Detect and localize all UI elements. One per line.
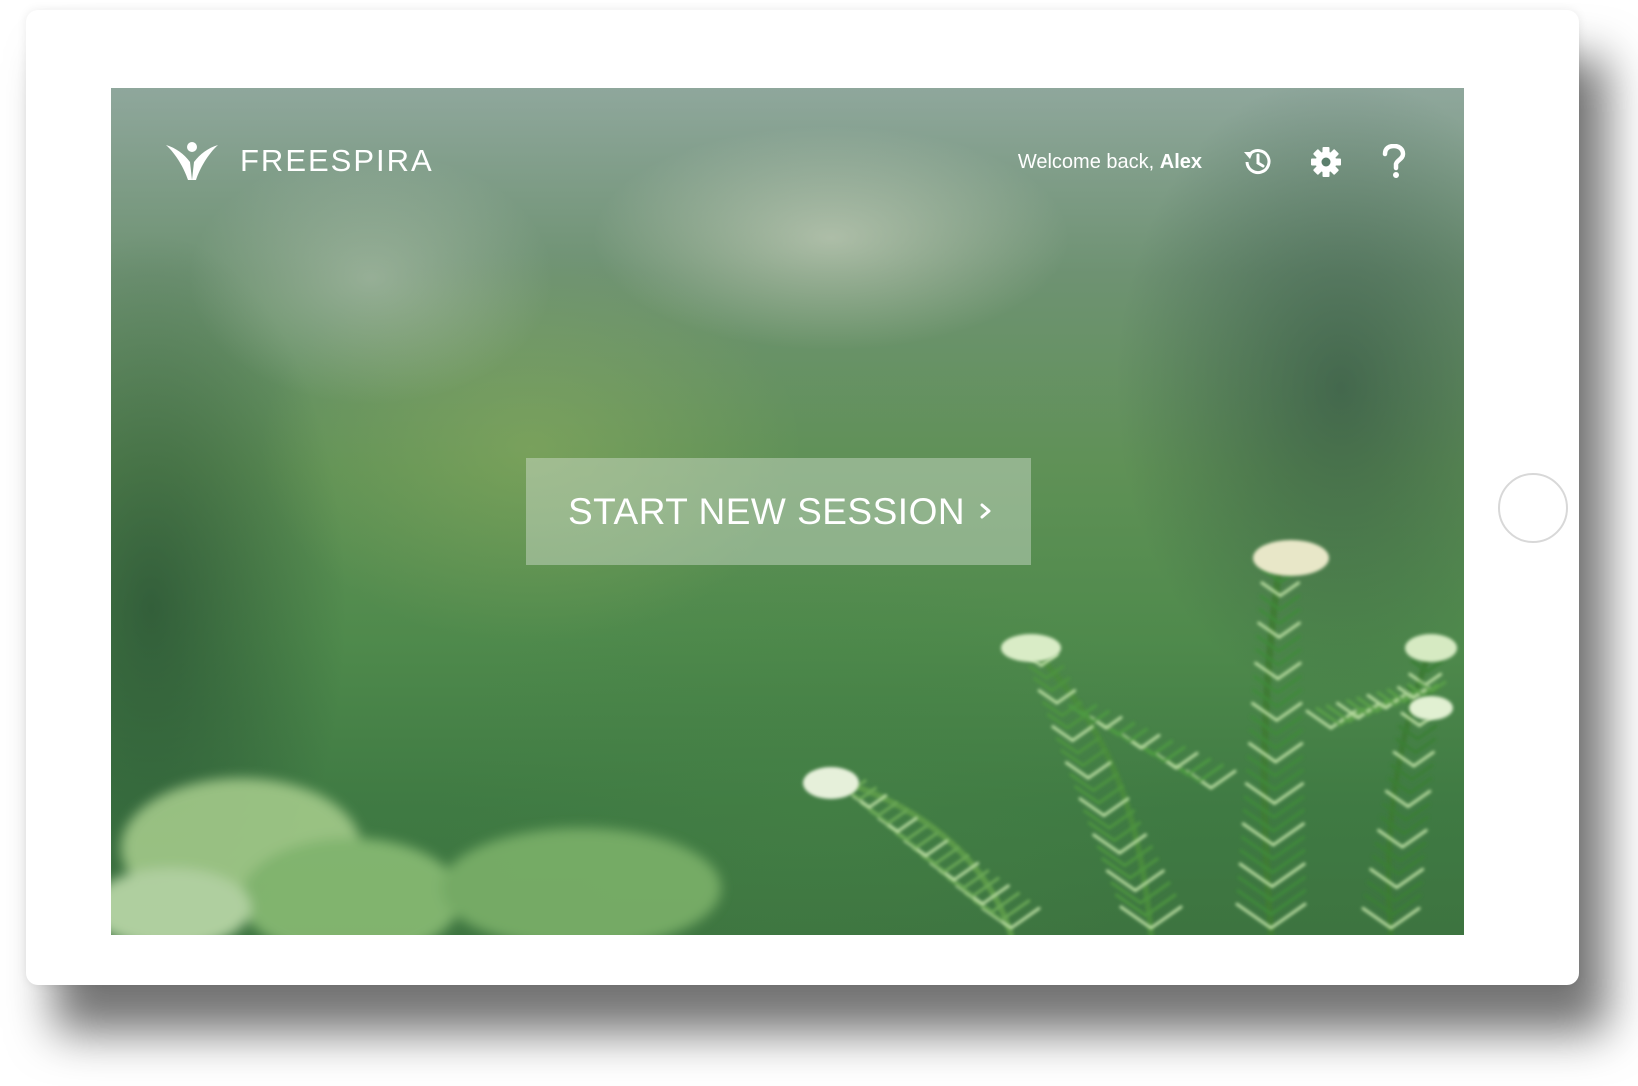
fern-needle (1408, 776, 1433, 795)
tablet-frame: FREESPIRA Welcome back, Alex START NEW S… (26, 10, 1579, 985)
fern-needle (1305, 709, 1333, 730)
fern-needle (1104, 716, 1123, 730)
fern-needle (1086, 761, 1112, 780)
fern-needle (1097, 785, 1124, 805)
fern-needle (886, 809, 908, 825)
header-actions: Welcome back, Alex (1018, 140, 1414, 184)
freespira-logo-icon (166, 142, 218, 180)
fern-needle (1071, 725, 1094, 742)
user-name: Alex (1159, 150, 1202, 173)
fern-needle (915, 831, 939, 849)
start-new-session-label: START NEW SESSION (568, 490, 966, 532)
fern-needle (1277, 621, 1301, 639)
app-screen: FREESPIRA Welcome back, Alex START NEW S… (111, 88, 1464, 935)
fern-needle (1197, 763, 1224, 783)
fern-needle (1278, 594, 1301, 612)
fern-needle (1076, 737, 1100, 755)
fern-needle (1105, 869, 1137, 892)
fern-needle (1277, 608, 1301, 625)
fern-needle (1092, 773, 1118, 792)
fern-needle (1081, 749, 1106, 767)
settings-gear-icon (1311, 147, 1341, 177)
app-logo[interactable]: FREESPIRA (166, 140, 434, 182)
fern-needle (943, 854, 969, 874)
fern-needle (1046, 713, 1069, 730)
fern-needle (1139, 733, 1161, 750)
fern-needle (1423, 672, 1443, 687)
fern-needle (1276, 661, 1302, 681)
fern-needle (1127, 727, 1148, 743)
help-button[interactable] (1374, 142, 1414, 182)
fern-needle (1096, 845, 1127, 867)
help-question-icon (1382, 144, 1406, 178)
fern-needle (1116, 721, 1136, 737)
fern-needle (896, 816, 918, 833)
fern-needle (1101, 857, 1132, 880)
fern-needle (1412, 750, 1435, 768)
fern-needle (952, 861, 980, 882)
fern-needle (1028, 665, 1048, 680)
fern-needle (877, 801, 898, 817)
fern-needle (1162, 745, 1186, 763)
fern-needle (1278, 581, 1301, 598)
fern-needle (1270, 862, 1306, 888)
fern-needle (1369, 867, 1399, 889)
fern-needle (924, 839, 949, 857)
welcome-prefix: Welcome back, (1017, 150, 1160, 173)
fern-needle (1269, 902, 1307, 930)
fern-needle (1414, 737, 1437, 754)
fern-needle (1275, 688, 1303, 708)
fern-needle (1270, 875, 1306, 902)
fern-needle (1102, 797, 1130, 817)
fern-needle (1133, 869, 1165, 892)
settings-button[interactable] (1306, 142, 1346, 182)
fern-needle (1416, 724, 1438, 741)
fern-needle (1092, 833, 1122, 855)
fern-needle (1425, 659, 1444, 673)
fern-needle (1051, 725, 1075, 742)
home-button[interactable] (1498, 473, 1568, 543)
welcome-message: Welcome back, Alex (1018, 151, 1202, 174)
start-new-session-button[interactable]: START NEW SESSION (526, 458, 1031, 565)
history-icon (1244, 149, 1271, 175)
chevron-right-icon (980, 503, 991, 519)
fern-needle (1065, 713, 1088, 730)
fern-needle (1174, 751, 1199, 770)
fern-needle (933, 846, 959, 866)
fern-needle (905, 824, 929, 841)
brand-name: FREESPIRA (240, 143, 434, 178)
fern-needle (1410, 763, 1434, 781)
fern-needle (1186, 757, 1212, 777)
fern-needle (1092, 710, 1110, 723)
fern-needle (1276, 675, 1302, 695)
fern-needle (1276, 648, 1302, 667)
fern-needle (1037, 689, 1059, 705)
fern-needle (1269, 889, 1307, 916)
fern-needle (1042, 701, 1064, 717)
fern-needle (1209, 769, 1237, 790)
fern-needle (1151, 739, 1174, 757)
fern-needle (1277, 634, 1302, 653)
fern-needle (1033, 677, 1054, 692)
history-button[interactable] (1238, 142, 1278, 182)
